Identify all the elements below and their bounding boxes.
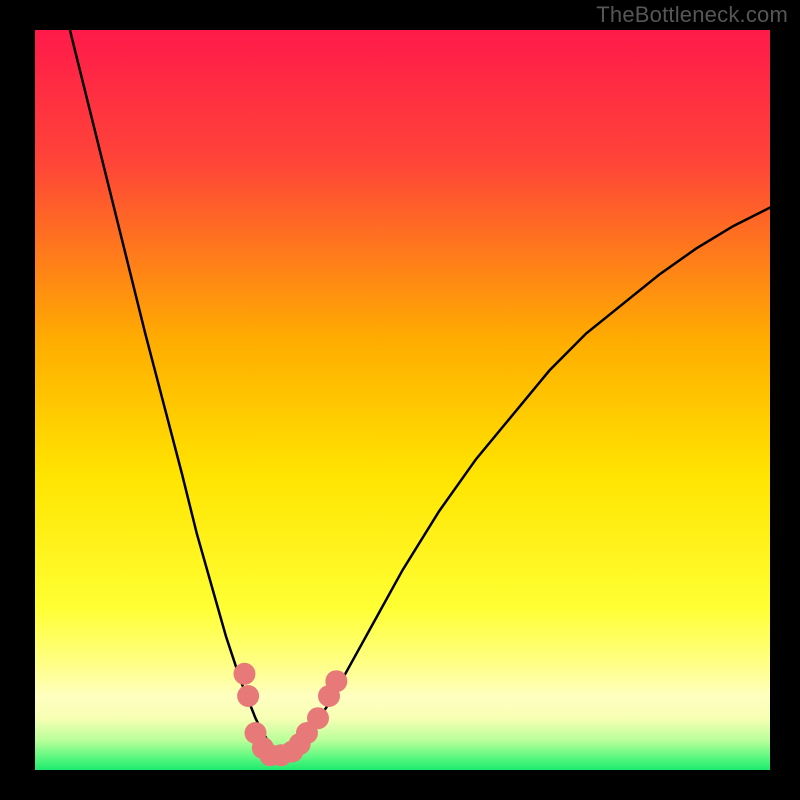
- watermark-text: TheBottleneck.com: [596, 2, 788, 28]
- plot-area: [35, 30, 770, 770]
- chart-container: TheBottleneck.com: [0, 0, 800, 800]
- data-marker: [237, 685, 259, 707]
- data-marker: [233, 663, 255, 685]
- data-marker: [325, 670, 347, 692]
- bottleneck-chart: [35, 30, 770, 770]
- data-marker: [307, 707, 329, 729]
- gradient-background: [35, 30, 770, 770]
